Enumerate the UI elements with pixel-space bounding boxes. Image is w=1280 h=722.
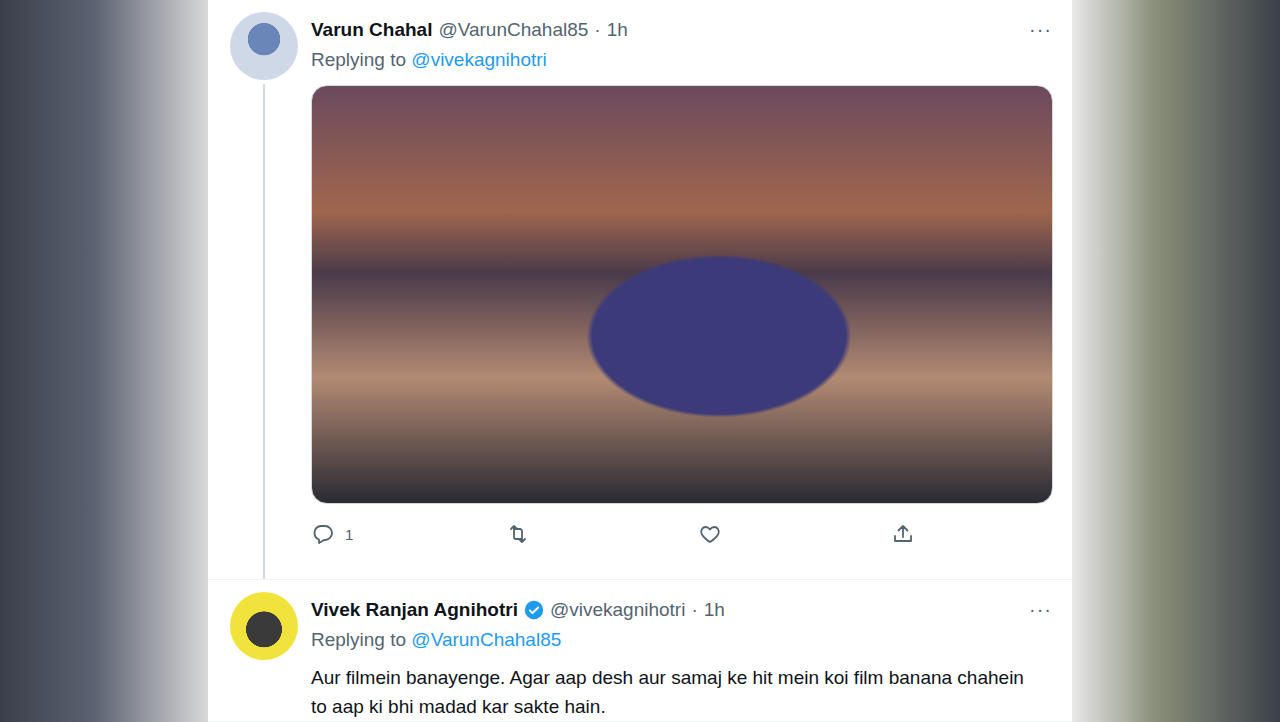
like-button[interactable]: [698, 522, 738, 546]
like-icon: [698, 522, 722, 546]
author-handle[interactable]: @VarunChahal85: [438, 19, 588, 41]
tweet: Varun Chahal @VarunChahal85 · 1h ··· Replying…: [208, 0, 1072, 580]
blurred-background: [0, 0, 208, 722]
share-button[interactable]: [891, 522, 931, 546]
action-count: 1: [345, 526, 353, 543]
replying-to: Replying to @vivekagnihotri: [311, 49, 1052, 71]
avatar[interactable]: [230, 12, 298, 80]
share-icon: [891, 522, 915, 546]
thread-line: [263, 84, 265, 579]
verified-icon: [524, 600, 544, 620]
author-name[interactable]: Varun Chahal: [311, 19, 432, 41]
timestamp[interactable]: 1h: [704, 599, 725, 621]
reply-icon: [311, 522, 335, 546]
more-menu-icon[interactable]: ···: [1029, 18, 1052, 41]
tweet-content: Varun Chahal @VarunChahal85 · 1h ··· Replying…: [308, 12, 1052, 579]
tweet-image[interactable]: [311, 85, 1053, 504]
replying-to: Replying to @VarunChahal85: [311, 629, 1052, 651]
avatar[interactable]: [230, 592, 298, 660]
tweet-content: Vivek Ranjan Agnihotri @vivekagnihotri · 1h…: [308, 592, 1052, 721]
tweet-text: Aur filmein banayenge. Agar aap desh aur…: [311, 663, 1052, 721]
mention-link[interactable]: @vivekagnihotri: [411, 49, 546, 70]
author-handle[interactable]: @vivekagnihotri: [550, 599, 685, 621]
tweet-header: Varun Chahal @VarunChahal85 · 1h ···: [311, 12, 1052, 41]
more-menu-icon[interactable]: ···: [1029, 598, 1052, 621]
separator: ·: [594, 19, 600, 41]
retweet-button[interactable]: [506, 522, 546, 546]
mention-link[interactable]: @VarunChahal85: [411, 629, 561, 650]
action-bar: 1: [311, 522, 931, 546]
tweet-thread: Varun Chahal @VarunChahal85 · 1h ··· Replying…: [208, 0, 1072, 722]
retweet-icon: [506, 522, 530, 546]
author-name[interactable]: Vivek Ranjan Agnihotri: [311, 599, 518, 621]
blurred-background: [1072, 0, 1280, 722]
replying-label: Replying to: [311, 49, 406, 70]
replying-label: Replying to: [311, 629, 406, 650]
separator: ·: [691, 599, 697, 621]
tweet: Vivek Ranjan Agnihotri @vivekagnihotri · 1h…: [208, 580, 1072, 722]
tweet-header: Vivek Ranjan Agnihotri @vivekagnihotri · 1h…: [311, 592, 1052, 621]
timestamp[interactable]: 1h: [607, 19, 628, 41]
reply-button[interactable]: 1: [311, 522, 353, 546]
